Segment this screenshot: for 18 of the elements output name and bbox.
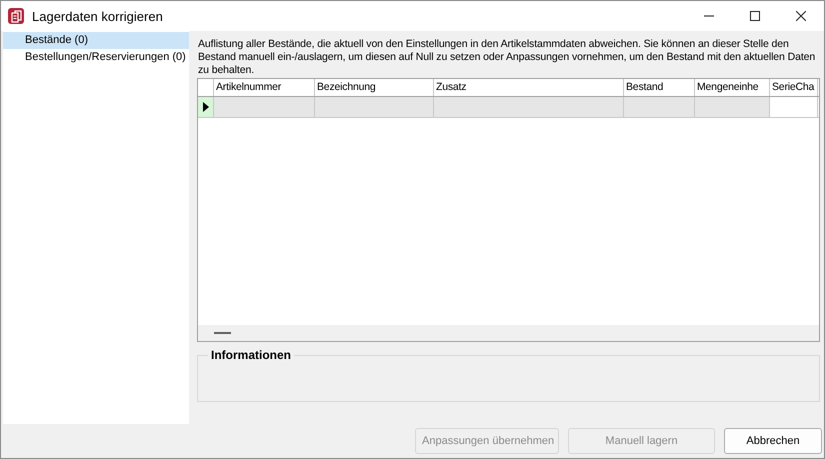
sidebar-item[interactable]: Bestellungen/Reservierungen (0)	[3, 49, 189, 66]
column-header[interactable]: Bezeichnung	[315, 79, 434, 96]
column-header[interactable]: SerieCha	[770, 79, 818, 96]
column-header[interactable]: Zusatz	[434, 79, 624, 96]
window-title: Lagerdaten korrigieren	[32, 8, 163, 24]
maximize-icon[interactable]	[750, 11, 760, 21]
sidebar-item[interactable]: Bestände (0)	[3, 32, 189, 49]
description-text: Auflistung aller Bestände, die aktuell von den Einstellungen in den Artikelstammdaten abweichen. Sie können an dieser Stelle den Bestand manuell ein-/auslagern, um diesen auf Null zu setzen oder Anpassungen vornehmen, um den Bestand mit den aktuellen Daten zu behalten.	[198, 38, 816, 77]
row-header[interactable]	[198, 97, 214, 117]
dialog-button[interactable]: Abbrechen	[724, 428, 822, 454]
scrollbar[interactable]	[198, 325, 819, 341]
app-icon	[8, 8, 24, 24]
current-row-icon	[202, 102, 208, 112]
column-header[interactable]: Artikelnummer	[214, 79, 315, 96]
column-header[interactable]: Mengeneinhe	[695, 79, 770, 96]
column-header[interactable]: Bestand	[624, 79, 695, 96]
close-icon[interactable]	[796, 11, 806, 21]
group-title: Informationen	[210, 348, 292, 362]
